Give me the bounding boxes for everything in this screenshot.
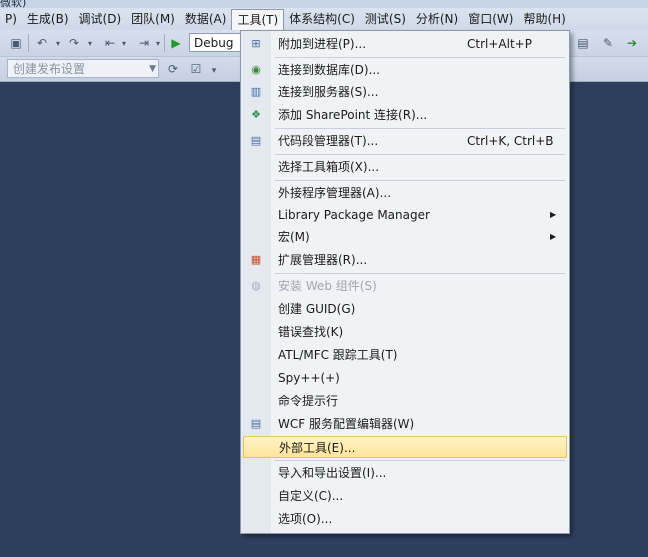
menu-item-import-export-settings[interactable]: 导入和导出设置(I)... xyxy=(243,462,567,484)
publish-settings-placeholder: 创建发布设置 xyxy=(13,62,86,76)
menu-item-addin-manager[interactable]: 外接程序管理器(A)... xyxy=(243,182,567,204)
menu-item-external-tools[interactable]: 外部工具(E)... xyxy=(243,436,567,458)
menu-item-connect-database[interactable]: ◉ 连接到数据库(D)... xyxy=(243,59,567,81)
publish-settings-select[interactable]: 创建发布设置 ▼ xyxy=(7,59,159,78)
menu-separator xyxy=(275,57,565,58)
menu-bar: P) 生成(B) 调试(D) 团队(M) 数据(A) 工具(T) 体系结构(C)… xyxy=(0,8,648,31)
menu-item-customize[interactable]: 自定义(C)... xyxy=(243,485,567,507)
menu-item-connect-server[interactable]: ▥ 连接到服务器(S)... xyxy=(243,81,567,103)
navigate-backward-dropdown-icon[interactable]: ▾ xyxy=(116,36,132,52)
menu-build[interactable]: 生成(B) xyxy=(22,9,74,29)
menu-separator xyxy=(275,273,565,274)
menu-separator xyxy=(275,180,565,181)
solution-configuration-select[interactable]: Debug xyxy=(189,33,245,52)
menu-item-attach-to-process[interactable]: ⊞ 附加到进程(P)... Ctrl+Alt+P xyxy=(243,33,567,55)
menu-team[interactable]: 团队(M) xyxy=(126,9,180,29)
web-component-icon: ◍ xyxy=(251,279,261,292)
start-debugging-icon[interactable]: ▶ xyxy=(168,35,184,51)
menu-separator xyxy=(275,460,565,461)
menu-item-extension-manager[interactable]: ▦ 扩展管理器(R)... xyxy=(243,249,567,271)
menu-project[interactable]: P) xyxy=(0,9,22,29)
menu-item-add-sharepoint[interactable]: ❖ 添加 SharePoint 连接(R)... xyxy=(243,104,567,126)
menu-item-install-web-components: ◍ 安装 Web 组件(S) xyxy=(243,275,567,297)
toolbar-separator xyxy=(28,34,29,52)
submenu-arrow-icon: ▶ xyxy=(550,232,557,241)
menu-separator xyxy=(275,128,565,129)
toolbar-icon-b[interactable]: ✎ xyxy=(600,35,616,51)
menu-item-command-prompt[interactable]: 命令提示行 xyxy=(243,390,567,412)
extension-manager-icon: ▦ xyxy=(250,253,262,266)
menu-help[interactable]: 帮助(H) xyxy=(518,9,570,29)
wcf-editor-icon: ▤ xyxy=(250,417,262,430)
menu-item-macros[interactable]: 宏(M) ▶ xyxy=(243,226,567,248)
publish-settings-icon[interactable]: ☑ xyxy=(188,61,204,77)
title-bar: 微软) xyxy=(0,0,648,9)
menu-window[interactable]: 窗口(W) xyxy=(463,9,518,29)
toolbar-icon-a[interactable]: ▤ xyxy=(575,35,591,51)
menu-item-choose-toolbox-items[interactable]: 选择工具箱项(X)... xyxy=(243,156,567,178)
menu-item-error-lookup[interactable]: 错误查找(K) xyxy=(243,321,567,343)
toolbar-icon-c[interactable]: ➔ xyxy=(624,35,640,51)
toolbar-separator xyxy=(164,34,165,52)
tools-menu: ⊞ 附加到进程(P)... Ctrl+Alt+P ◉ 连接到数据库(D)... … xyxy=(240,30,570,534)
menu-test[interactable]: 测试(S) xyxy=(360,9,411,29)
menu-analyze[interactable]: 分析(N) xyxy=(411,9,463,29)
menu-separator xyxy=(275,154,565,155)
attach-process-icon: ⊞ xyxy=(251,37,261,50)
menu-item-atl-mfc-trace[interactable]: ATL/MFC 跟踪工具(T) xyxy=(243,344,567,366)
menu-data[interactable]: 数据(A) xyxy=(180,9,232,29)
menu-architecture[interactable]: 体系结构(C) xyxy=(284,9,360,29)
menu-tools[interactable]: 工具(T) xyxy=(231,8,285,31)
paste-icon[interactable]: ▣ xyxy=(8,35,24,51)
menu-item-options[interactable]: 选项(O)... xyxy=(243,508,567,530)
toolbar-overflow-icon[interactable]: ▾ xyxy=(206,63,222,79)
menu-item-create-guid[interactable]: 创建 GUID(G) xyxy=(243,298,567,320)
submenu-arrow-icon: ▶ xyxy=(550,210,557,219)
undo-icon[interactable]: ↶ xyxy=(34,35,50,51)
redo-dropdown-icon[interactable]: ▾ xyxy=(82,36,98,52)
menu-item-spy[interactable]: Spy++(+) xyxy=(243,367,567,389)
solution-configuration-value: Debug xyxy=(194,36,234,50)
connect-database-icon: ◉ xyxy=(251,63,261,76)
redo-icon[interactable]: ↷ xyxy=(66,35,82,51)
menu-debug[interactable]: 调试(D) xyxy=(74,9,127,29)
snippet-manager-icon: ▤ xyxy=(250,134,262,147)
sharepoint-icon: ❖ xyxy=(251,108,261,121)
menu-item-snippet-manager[interactable]: ▤ 代码段管理器(T)... Ctrl+K, Ctrl+B xyxy=(243,130,567,152)
publish-icon[interactable]: ⟳ xyxy=(165,61,181,77)
connect-server-icon: ▥ xyxy=(250,85,262,98)
chevron-down-icon: ▼ xyxy=(149,64,156,74)
undo-dropdown-icon[interactable]: ▾ xyxy=(50,36,66,52)
menu-item-library-package-manager[interactable]: Library Package Manager ▶ xyxy=(243,204,567,226)
menu-item-wcf-config-editor[interactable]: ▤ WCF 服务配置编辑器(W) xyxy=(243,413,567,435)
